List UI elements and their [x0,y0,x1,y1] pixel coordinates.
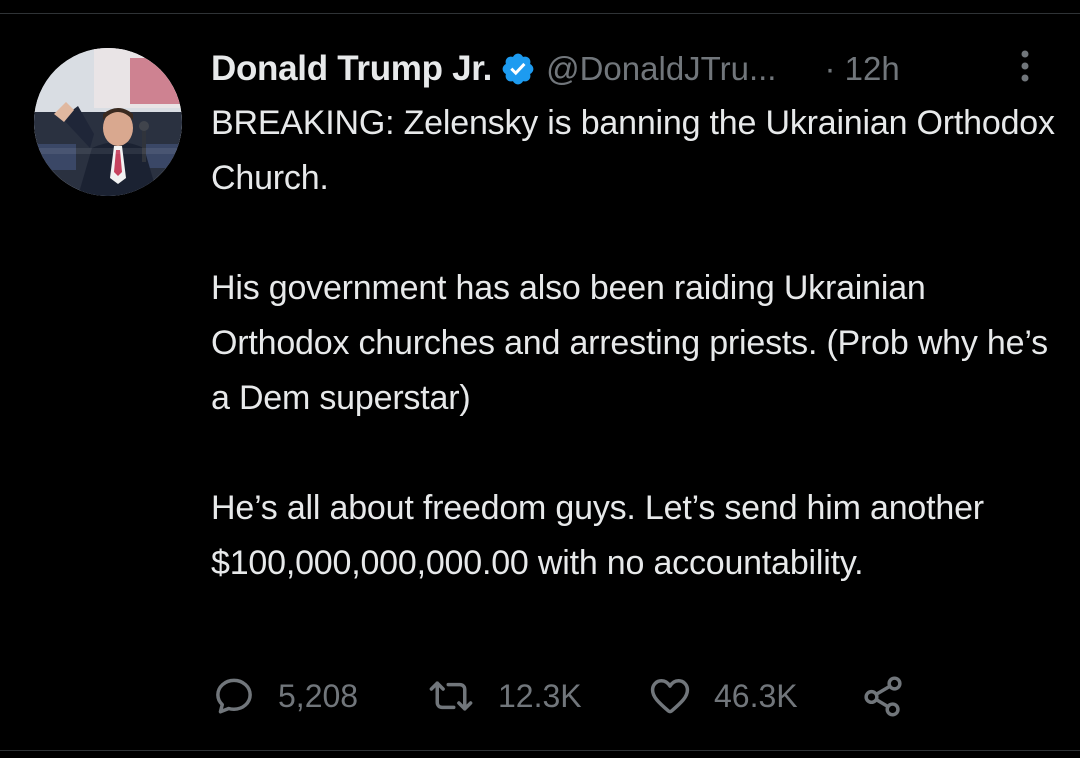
reply-count: 5,208 [278,677,359,714]
top-divider [0,13,1080,14]
retweet-button[interactable]: 12.3K [426,668,582,724]
avatar-photo [34,48,182,196]
tweet-header: Donald Trump Jr. @DonaldJTru... · 12h [211,44,1051,94]
tweet-paragraph: He’s all about freedom guys. Let’s send … [211,489,984,582]
author-handle[interactable]: @DonaldJTru... [546,50,776,88]
share-icon [860,673,906,719]
verified-badge-icon [500,51,536,87]
tweet-paragraph: BREAKING: Zelensky is banning the Ukrain… [211,104,1055,197]
tweet-time[interactable]: · 12h [824,50,899,88]
author-display-name[interactable]: Donald Trump Jr. [211,49,492,89]
tweet-text: BREAKING: Zelensky is banning the Ukrain… [211,96,1061,591]
heart-icon [648,674,692,718]
tweet-actions: 5,208 12.3K 46.3K [212,668,972,724]
reply-button[interactable]: 5,208 [212,668,358,724]
like-button[interactable]: 46.3K [648,668,798,724]
retweet-icon [426,674,476,718]
share-button[interactable] [860,668,906,724]
retweet-count: 12.3K [498,677,582,714]
reply-icon [212,674,256,718]
like-count: 46.3K [714,677,798,714]
avatar[interactable] [34,48,182,196]
more-vertical-icon[interactable] [1013,48,1037,88]
tweet-paragraph: His government has also been raiding Ukr… [211,269,1048,417]
bottom-divider [0,750,1080,751]
